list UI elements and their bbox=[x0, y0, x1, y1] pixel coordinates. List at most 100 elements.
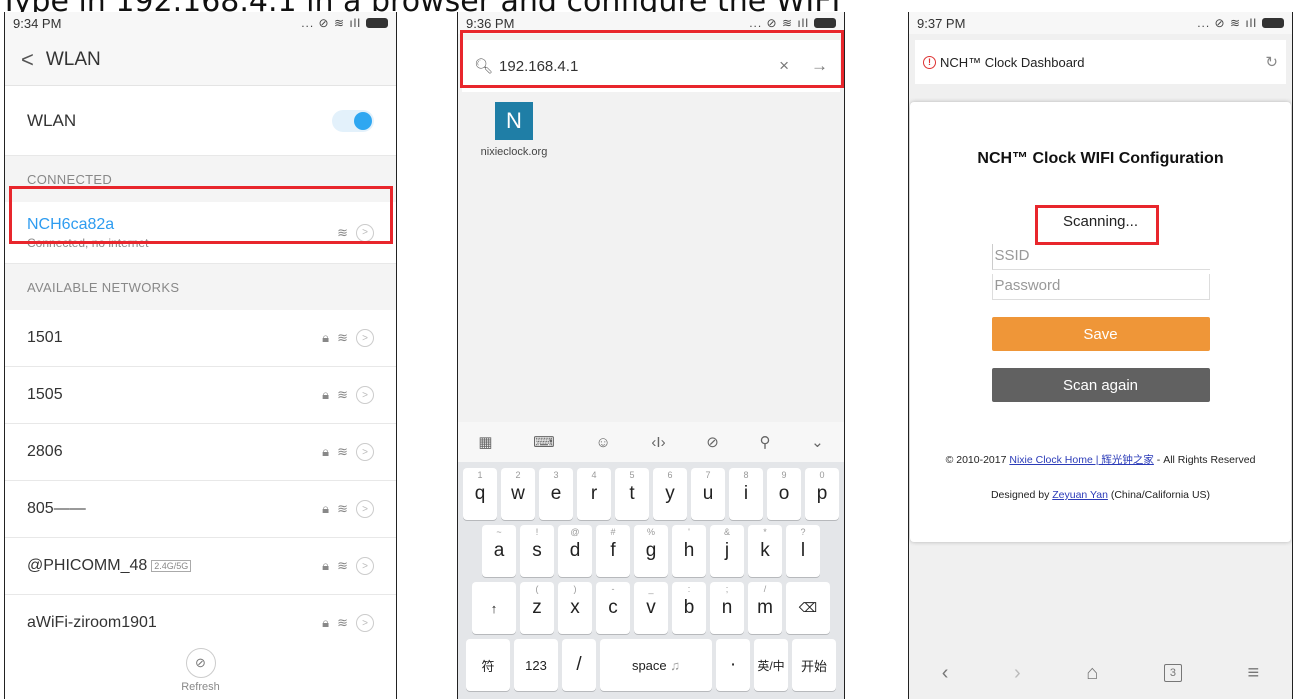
key-f[interactable]: # f bbox=[596, 525, 630, 577]
chevron-right-icon[interactable]: > bbox=[356, 614, 374, 632]
reload-icon[interactable]: ↻ bbox=[1265, 53, 1278, 71]
wifi-config-screen: 9:37 PM ... ⊘ ≋ ıll ! NCH™ Clock Dashboa… bbox=[908, 12, 1293, 699]
wifi-signal-icon: ≋ bbox=[337, 558, 348, 573]
save-button[interactable]: Save bbox=[991, 317, 1210, 351]
shortcut-label: nixieclock.org bbox=[480, 146, 548, 158]
key-y[interactable]: 6y bbox=[653, 468, 687, 520]
emoji-icon[interactable]: ☺ bbox=[595, 434, 610, 451]
available-section-header: AVAILABLE NETWORKS bbox=[5, 264, 396, 310]
chevron-down-icon[interactable]: ⌄ bbox=[811, 433, 824, 451]
space-key[interactable]: space ♫︎ bbox=[600, 639, 712, 691]
scan-again-button[interactable]: Scan again bbox=[991, 368, 1210, 402]
refresh-label: Refresh bbox=[181, 680, 220, 693]
chevron-right-icon[interactable]: > bbox=[356, 557, 374, 575]
status-bar: 9:36 PM ... ⊘ ≋ ıll bbox=[458, 12, 844, 34]
numbers-key[interactable]: 123 bbox=[514, 639, 558, 691]
cursor-icon[interactable]: ‹I› bbox=[651, 434, 665, 451]
network-row[interactable]: 1501 🔒︎ ≋ > bbox=[5, 310, 396, 367]
status-bar: 9:37 PM ... ⊘ ≋ ıll bbox=[909, 12, 1292, 34]
key-i[interactable]: 8i bbox=[729, 468, 763, 520]
key-v[interactable]: _ v bbox=[634, 582, 668, 634]
search-icon[interactable]: ⚲ bbox=[759, 433, 770, 451]
chevron-right-icon[interactable]: > bbox=[356, 386, 374, 404]
key-q[interactable]: 1q bbox=[463, 468, 497, 520]
language-key[interactable]: 英/中 bbox=[754, 639, 788, 691]
key-d[interactable]: @ d bbox=[558, 525, 592, 577]
battery-icon bbox=[814, 18, 836, 28]
keyboard-toolbar: ▦ ⌨ ☺ ‹I› ⊘ ⚲ ⌄ bbox=[458, 422, 844, 462]
wlan-toggle[interactable] bbox=[332, 109, 374, 132]
designer-link[interactable]: Zeyuan Yan bbox=[1052, 489, 1108, 501]
back-arrow-icon[interactable]: < bbox=[21, 47, 34, 73]
network-row[interactable]: 2806 🔒︎ ≋ > bbox=[5, 424, 396, 481]
key-p[interactable]: 0p bbox=[805, 468, 839, 520]
slash-key[interactable]: / bbox=[562, 639, 596, 691]
key-t[interactable]: 5t bbox=[615, 468, 649, 520]
key-k[interactable]: * k bbox=[748, 525, 782, 577]
key-n[interactable]: ; n bbox=[710, 582, 744, 634]
key-c[interactable]: -c bbox=[596, 582, 630, 634]
lock-icon: 🔒︎ bbox=[322, 615, 330, 630]
band-badge: 2.4G/5G bbox=[151, 559, 192, 572]
network-row[interactable]: 805—— 🔒︎ ≋ > bbox=[5, 481, 396, 538]
chevron-right-icon[interactable]: > bbox=[356, 500, 374, 518]
clear-icon[interactable]: × bbox=[779, 56, 789, 76]
chevron-right-icon[interactable]: > bbox=[356, 443, 374, 461]
key-l[interactable]: ? l bbox=[786, 525, 820, 577]
url-input[interactable]: 192.168.4.1 bbox=[499, 58, 578, 75]
ssid-field[interactable]: SSID bbox=[991, 244, 1210, 270]
network-row[interactable]: 1505 🔒︎ ≋ > bbox=[5, 367, 396, 424]
wifi-signal-icon: ≋ bbox=[337, 387, 348, 402]
wlan-settings-screen: 9:34 PM ... ⊘ ≋ ıll < WLAN WLAN CONNECTE… bbox=[4, 12, 397, 699]
key-e[interactable]: 3e bbox=[539, 468, 573, 520]
chevron-right-icon[interactable]: > bbox=[356, 329, 374, 347]
key-x[interactable]: ) x bbox=[558, 582, 592, 634]
key-o[interactable]: 9o bbox=[767, 468, 801, 520]
key-s[interactable]: ! s bbox=[520, 525, 554, 577]
back-icon[interactable]: ‹ bbox=[942, 662, 949, 685]
key-m[interactable]: / m bbox=[748, 582, 782, 634]
link-icon[interactable]: ⊘ bbox=[706, 433, 719, 451]
key-b[interactable]: :b bbox=[672, 582, 706, 634]
key-h[interactable]: ' h bbox=[672, 525, 706, 577]
shortcut-tile[interactable]: N nixieclock.org bbox=[474, 102, 554, 158]
key-r[interactable]: 4r bbox=[577, 468, 611, 520]
key-a[interactable]: ~ a bbox=[482, 525, 516, 577]
designer-credit: Designed by Zeyuan Yan (China/California… bbox=[990, 489, 1211, 501]
wifi-signal-icon: ≋ bbox=[337, 615, 348, 630]
grid-icon[interactable]: ▦ bbox=[478, 433, 492, 451]
mic-icon: ♫︎ bbox=[670, 657, 681, 673]
key-u[interactable]: 7u bbox=[691, 468, 725, 520]
connected-network-name: NCH6ca82a bbox=[27, 215, 115, 233]
status-icons: ... ⊘ ≋ ıll bbox=[301, 16, 388, 30]
status-icons: ... ⊘ ≋ ıll bbox=[1197, 16, 1284, 30]
key-w[interactable]: 2w bbox=[501, 468, 535, 520]
backspace-key[interactable]: ⌫ bbox=[786, 582, 830, 634]
battery-icon bbox=[1262, 18, 1284, 28]
wlan-toggle-row[interactable]: WLAN bbox=[5, 86, 396, 156]
key-j[interactable]: & j bbox=[710, 525, 744, 577]
go-arrow-icon[interactable]: → bbox=[811, 56, 828, 76]
chevron-right-icon[interactable]: > bbox=[356, 223, 374, 242]
shift-key[interactable]: ↑ bbox=[472, 582, 516, 634]
menu-icon[interactable]: ≡ bbox=[1248, 662, 1260, 685]
keyboard-icon[interactable]: ⌨ bbox=[533, 433, 555, 451]
network-row[interactable]: @PHICOMM_48 2.4G/5G 🔒︎ ≋ > bbox=[5, 538, 396, 595]
network-name: 805—— bbox=[27, 500, 86, 517]
dot-key[interactable]: · bbox=[716, 639, 750, 691]
address-bar[interactable]: 🔍︎ 192.168.4.1 × → bbox=[462, 40, 840, 92]
home-icon[interactable]: ⌂ bbox=[1086, 662, 1098, 685]
status-time: 9:37 PM bbox=[917, 15, 966, 31]
key-z[interactable]: (z bbox=[520, 582, 554, 634]
tabs-icon[interactable]: 3 bbox=[1163, 664, 1182, 682]
network-name: 1505 bbox=[27, 386, 63, 403]
password-field[interactable]: Password bbox=[991, 274, 1210, 300]
key-g[interactable]: % g bbox=[634, 525, 668, 577]
symbols-key[interactable]: 符 bbox=[466, 639, 510, 691]
go-key[interactable]: 开始 bbox=[792, 639, 836, 691]
home-link[interactable]: Nixie Clock Home | 辉光钟之家 bbox=[1009, 454, 1154, 466]
browser-title-bar[interactable]: ! NCH™ Clock Dashboard ↻ bbox=[915, 40, 1286, 84]
connected-network-row[interactable]: NCH6ca82a Connected, no internet ≋ > bbox=[5, 202, 396, 264]
refresh-button[interactable]: ⊘ Refresh bbox=[5, 641, 396, 699]
forward-icon[interactable]: › bbox=[1014, 662, 1021, 685]
